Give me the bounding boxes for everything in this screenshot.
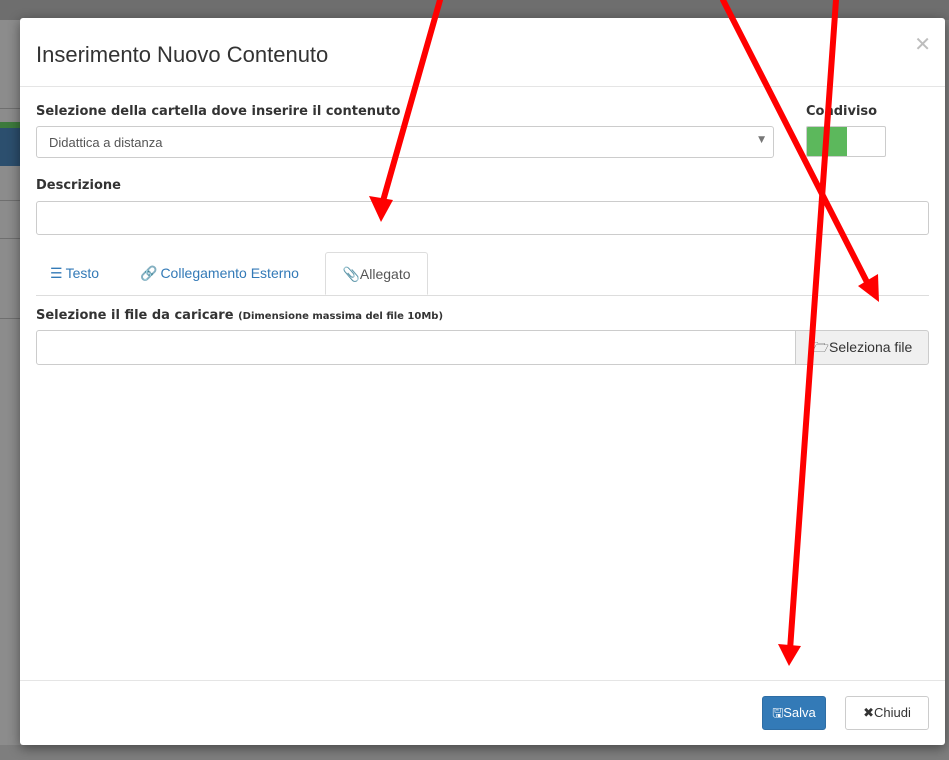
close-icon[interactable]: ✕ [914,32,931,56]
text-lines-icon: ☰ [50,265,63,281]
tab-label: Testo [65,265,100,281]
modal-title: Inserimento Nuovo Contenuto [36,42,329,67]
select-file-label: Seleziona file [829,339,913,355]
description-label: Descrizione [36,178,121,193]
new-content-modal: Inserimento Nuovo Contenuto ✕ Selezione … [20,18,945,745]
file-path-input[interactable] [36,330,796,365]
save-button[interactable]: 🖫Salva [762,696,826,730]
save-label: Salva [783,705,816,720]
file-label-text: Selezione il file da caricare [36,308,234,323]
backdrop-topbar [0,0,949,20]
link-icon: 🔗 [140,265,158,281]
shared-toggle[interactable] [806,126,886,157]
file-size-hint: (Dimensione massima del file 10Mb) [238,311,444,322]
backdrop-divider [0,318,22,319]
modal-header: Inserimento Nuovo Contenuto ✕ [20,18,945,87]
close-button[interactable]: ✖Chiudi [845,696,929,730]
folder-select[interactable]: Didattica a distanza ▼ [36,126,774,158]
file-label: Selezione il file da caricare (Dimension… [36,308,443,323]
backdrop-divider [0,108,22,109]
close-label: Chiudi [874,705,911,720]
backdrop-bottom [0,745,949,760]
folder-select-value: Didattica a distanza [49,135,163,150]
floppy-disk-icon: 🖫 [772,705,784,720]
folder-label: Selezione della cartella dove inserire i… [36,104,401,119]
paperclip-icon: 📎 [342,266,360,282]
tab-collegamento-esterno[interactable]: 🔗 Collegamento Esterno [140,252,299,294]
backdrop-blue-block [0,128,22,166]
tab-testo[interactable]: ☰ Testo [50,252,99,294]
toggle-on-indicator [807,127,847,156]
backdrop-divider [0,200,22,201]
tab-label: Allegato [359,266,411,282]
description-input[interactable] [36,201,929,235]
tab-allegato[interactable]: 📎Allegato [325,252,428,295]
shared-label: Condiviso [806,104,878,119]
times-icon: ✖ [863,705,875,720]
chevron-down-icon: ▼ [758,135,765,145]
folder-open-icon: 🗁 [811,339,830,355]
tab-label: Collegamento Esterno [160,265,299,281]
select-file-button[interactable]: 🗁Seleziona file [795,330,929,365]
backdrop-divider [0,238,22,239]
content-type-tabs: ☰ Testo 🔗 Collegamento Esterno 📎Allegato [36,252,929,296]
